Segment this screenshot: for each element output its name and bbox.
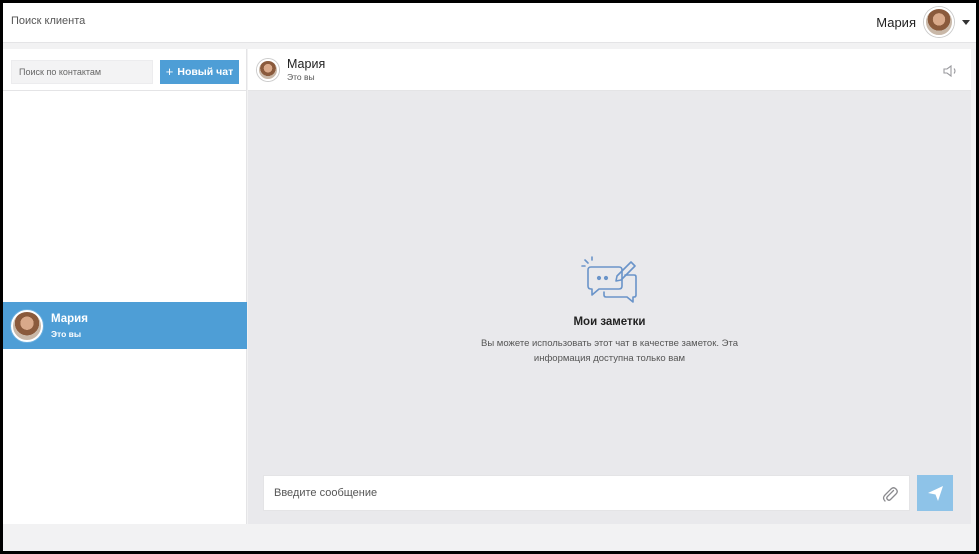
- contact-name: Мария: [51, 312, 88, 325]
- user-menu[interactable]: Мария: [876, 6, 970, 38]
- chat-panel: Мария Это вы Мои заметки Вы можете испол…: [248, 49, 971, 524]
- notes-chat-icon: [580, 256, 637, 303]
- message-input[interactable]: [264, 476, 864, 510]
- send-button[interactable]: [917, 475, 953, 511]
- user-avatar: [924, 7, 954, 37]
- user-name: Мария: [876, 14, 916, 30]
- chat-avatar: [257, 58, 279, 81]
- empty-state: Мои заметки Вы можете использовать этот …: [248, 254, 971, 366]
- contact-item-selected[interactable]: Мария Это вы: [3, 302, 247, 349]
- plus-icon: +: [165, 64, 174, 79]
- top-bar: Поиск клиента Мария: [3, 3, 976, 43]
- contacts-toolbar: + Новый чат: [3, 49, 246, 91]
- chat-subtitle: Это вы: [287, 72, 315, 82]
- empty-state-description: Вы можете использовать этот чат в качест…: [480, 338, 738, 364]
- client-search-link[interactable]: Поиск клиента: [11, 15, 85, 27]
- caret-down-icon: [962, 19, 970, 25]
- contact-avatar: [11, 309, 43, 342]
- message-composer: [263, 475, 910, 511]
- contact-search-input[interactable]: [11, 60, 153, 84]
- chat-title: Мария: [287, 57, 326, 71]
- new-chat-button[interactable]: + Новый чат: [160, 60, 239, 84]
- contacts-panel: + Новый чат Мария Это вы: [3, 49, 247, 524]
- paper-plane-icon: [927, 485, 943, 501]
- app-window: Поиск клиента Мария + Новый чат Мария Эт…: [0, 0, 979, 554]
- chat-header-texts: Мария Это вы: [287, 57, 325, 82]
- speaker-icon[interactable]: [943, 64, 959, 83]
- empty-state-title: Мои заметки: [573, 316, 646, 328]
- new-chat-label: Новый чат: [177, 66, 234, 78]
- paperclip-icon[interactable]: [881, 485, 899, 508]
- contact-subtitle: Это вы: [51, 328, 82, 339]
- contact-texts: Мария Это вы: [51, 313, 88, 339]
- chat-header: Мария Это вы: [248, 49, 971, 91]
